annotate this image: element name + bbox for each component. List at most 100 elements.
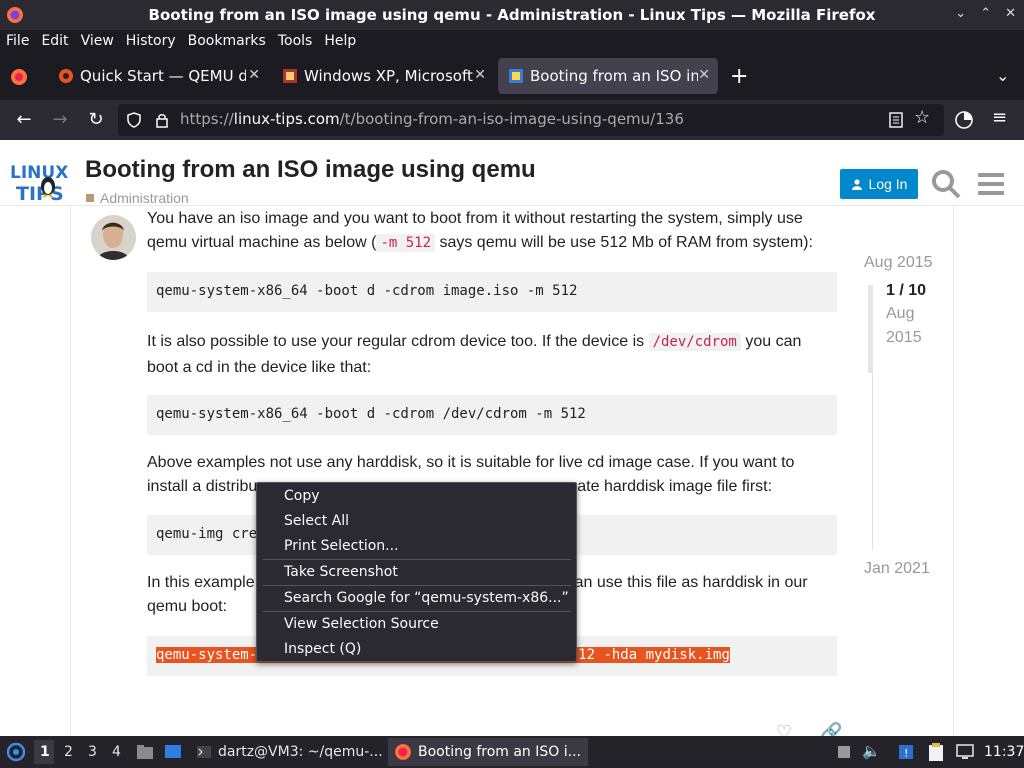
ctx-take-screenshot[interactable]: Take Screenshot xyxy=(257,560,576,584)
page-title[interactable]: Booting from an ISO image using qemu xyxy=(85,156,536,184)
new-tab-plus-icon[interactable]: + xyxy=(730,64,748,89)
tab-booting-iso[interactable]: Booting from an ISO ima ✕ xyxy=(498,58,718,94)
lock-icon[interactable] xyxy=(154,112,170,128)
category-badge[interactable]: Administration xyxy=(86,190,189,206)
tab-quick-start[interactable]: Quick Start — QEMU doc ✕ xyxy=(48,58,268,94)
qemu-favicon-icon xyxy=(59,69,73,83)
bookmark-star-icon[interactable]: ☆ xyxy=(914,107,930,128)
selected-code: qemu-system- xyxy=(156,647,258,663)
menu-bookmarks[interactable]: Bookmarks xyxy=(188,33,266,49)
menu-file[interactable]: File xyxy=(6,33,29,49)
paragraph-line: You have an iso image and you want to bo… xyxy=(147,210,803,227)
linux-tips-logo[interactable]: LINUX TIPS xyxy=(8,158,78,204)
menu-help[interactable]: Help xyxy=(324,33,356,49)
firefox-icon xyxy=(7,7,23,23)
timeline-start-date[interactable]: Aug 2015 xyxy=(864,254,933,272)
start-menu-icon[interactable] xyxy=(6,742,26,762)
clock[interactable]: 11:37 xyxy=(984,744,1024,760)
back-arrow-icon[interactable]: ← xyxy=(12,108,36,132)
clipboard-icon[interactable] xyxy=(928,742,944,762)
text-span: ate harddisk image file first: xyxy=(577,478,773,495)
maximize-button[interactable]: ⌃ xyxy=(980,6,991,21)
text-span: install a distribu xyxy=(147,478,258,495)
menu-history[interactable]: History xyxy=(126,33,176,49)
task-firefox[interactable]: Booting from an ISO i... xyxy=(388,738,588,766)
volume-icon[interactable]: 🔈 xyxy=(862,742,881,760)
display-icon[interactable] xyxy=(956,744,974,760)
reader-view-icon[interactable] xyxy=(888,112,904,128)
ctx-select-all[interactable]: Select All xyxy=(257,509,576,533)
tab-label: Windows XP, Microsoft - C xyxy=(304,67,474,85)
menu-edit[interactable]: Edit xyxy=(41,33,68,49)
url-prefix: https:// xyxy=(180,110,234,128)
taskbar: 1 2 3 4 dartz@VM3: ~/qemu-... Booting fr… xyxy=(0,736,1024,768)
close-tab-icon[interactable]: ✕ xyxy=(248,67,260,83)
desktop-icon[interactable] xyxy=(164,743,182,761)
ctx-inspect[interactable]: Inspect (Q) xyxy=(257,637,576,661)
inline-code: /dev/cdrom xyxy=(648,333,741,351)
workspace-3[interactable]: 3 xyxy=(88,744,97,760)
url-text[interactable]: https://linux-tips.com/t/booting-from-an… xyxy=(180,110,684,128)
task-label: dartz@VM3: ~/qemu-... xyxy=(218,744,383,760)
forward-arrow-icon[interactable]: → xyxy=(48,108,72,132)
notification-icon[interactable]: ! xyxy=(898,744,914,760)
svg-text:TIPS: TIPS xyxy=(16,183,64,204)
ctx-print-selection[interactable]: Print Selection... xyxy=(257,534,576,558)
list-all-tabs-chevron-down-icon[interactable]: ⌄ xyxy=(996,66,1009,85)
category-label: Administration xyxy=(100,190,189,206)
timeline-month: Aug xyxy=(886,305,915,322)
workspace-1[interactable]: 1 xyxy=(40,744,50,760)
navigation-bar: ← → ↻ https://linux-tips.com/t/booting-f… xyxy=(0,100,1024,140)
close-tab-icon[interactable]: ✕ xyxy=(698,67,710,83)
file-manager-icon[interactable] xyxy=(136,743,154,761)
firefox-icon xyxy=(395,744,411,760)
timeline-position: 1 / 10 xyxy=(886,282,927,299)
menu-view[interactable]: View xyxy=(81,33,114,49)
hamburger-menu-icon[interactable]: ≡ xyxy=(992,107,1007,128)
context-menu: Copy Select All Print Selection... Take … xyxy=(256,482,577,662)
paragraph-line: boot a cd in the device like that: xyxy=(147,359,372,376)
workspace-2[interactable]: 2 xyxy=(64,744,73,760)
firefox-view-icon[interactable] xyxy=(10,68,28,86)
ctx-search-google[interactable]: Search Google for “qemu-system-x86...” xyxy=(257,586,576,610)
ctx-copy[interactable]: Copy xyxy=(257,484,576,508)
task-terminal[interactable]: dartz@VM3: ~/qemu-... xyxy=(190,738,386,766)
code-block: qemu-system-x86_64 -boot d -cdrom image.… xyxy=(147,272,837,312)
timeline-year: 2015 xyxy=(886,329,922,346)
tab-label: Booting from an ISO ima xyxy=(530,67,698,85)
like-heart-icon[interactable]: ♡ xyxy=(776,722,792,736)
hamburger-menu-icon[interactable] xyxy=(976,168,1008,200)
text-span: It is also possible to use your regular … xyxy=(147,333,649,350)
ctx-view-selection-source[interactable]: View Selection Source xyxy=(257,612,576,636)
author-avatar[interactable] xyxy=(91,215,136,260)
post-paragraph: You have an iso image and you want to bo… xyxy=(147,207,837,255)
account-icon[interactable] xyxy=(954,110,974,130)
link-icon[interactable]: 🔗 xyxy=(820,722,842,736)
tab-bar: Quick Start — QEMU doc ✕ Windows XP, Mic… xyxy=(0,52,1024,100)
storage-icon[interactable] xyxy=(836,744,852,760)
close-window-button[interactable]: ✕ xyxy=(1005,6,1016,21)
timeline-handle[interactable] xyxy=(868,285,873,373)
tab-windows-xp[interactable]: Windows XP, Microsoft - C ✕ xyxy=(272,58,494,94)
user-icon xyxy=(851,179,862,190)
tab-label: Quick Start — QEMU doc xyxy=(80,67,246,85)
workspace-4[interactable]: 4 xyxy=(112,744,121,760)
window-titlebar: Booting from an ISO image using qemu - A… xyxy=(0,0,1024,30)
selected-code: 12 -hda mydisk.img xyxy=(578,647,730,663)
timeline-end-date[interactable]: Jan 2021 xyxy=(864,560,930,578)
close-tab-icon[interactable]: ✕ xyxy=(474,67,486,83)
login-button[interactable]: Log In xyxy=(840,169,918,199)
svg-text:!: ! xyxy=(904,747,908,760)
menu-bar: File Edit View History Bookmarks Tools H… xyxy=(0,30,1024,52)
search-icon[interactable] xyxy=(930,168,962,200)
menu-tools[interactable]: Tools xyxy=(278,33,313,49)
minimize-button[interactable]: ⌄ xyxy=(955,6,966,21)
reload-icon[interactable]: ↻ xyxy=(84,108,108,132)
linux-tips-favicon-icon xyxy=(509,69,523,83)
url-bar[interactable]: https://linux-tips.com/t/booting-from-an… xyxy=(118,104,944,136)
paragraph-line: It is also possible to use your regular … xyxy=(147,329,837,355)
shield-icon[interactable] xyxy=(126,112,142,128)
text-span: says qemu will be use 512 Mb of RAM from… xyxy=(435,234,813,251)
site-header: LINUX TIPS Booting from an ISO image usi… xyxy=(0,140,1024,206)
paragraph-line: Above examples not use any harddisk, so … xyxy=(147,454,795,471)
